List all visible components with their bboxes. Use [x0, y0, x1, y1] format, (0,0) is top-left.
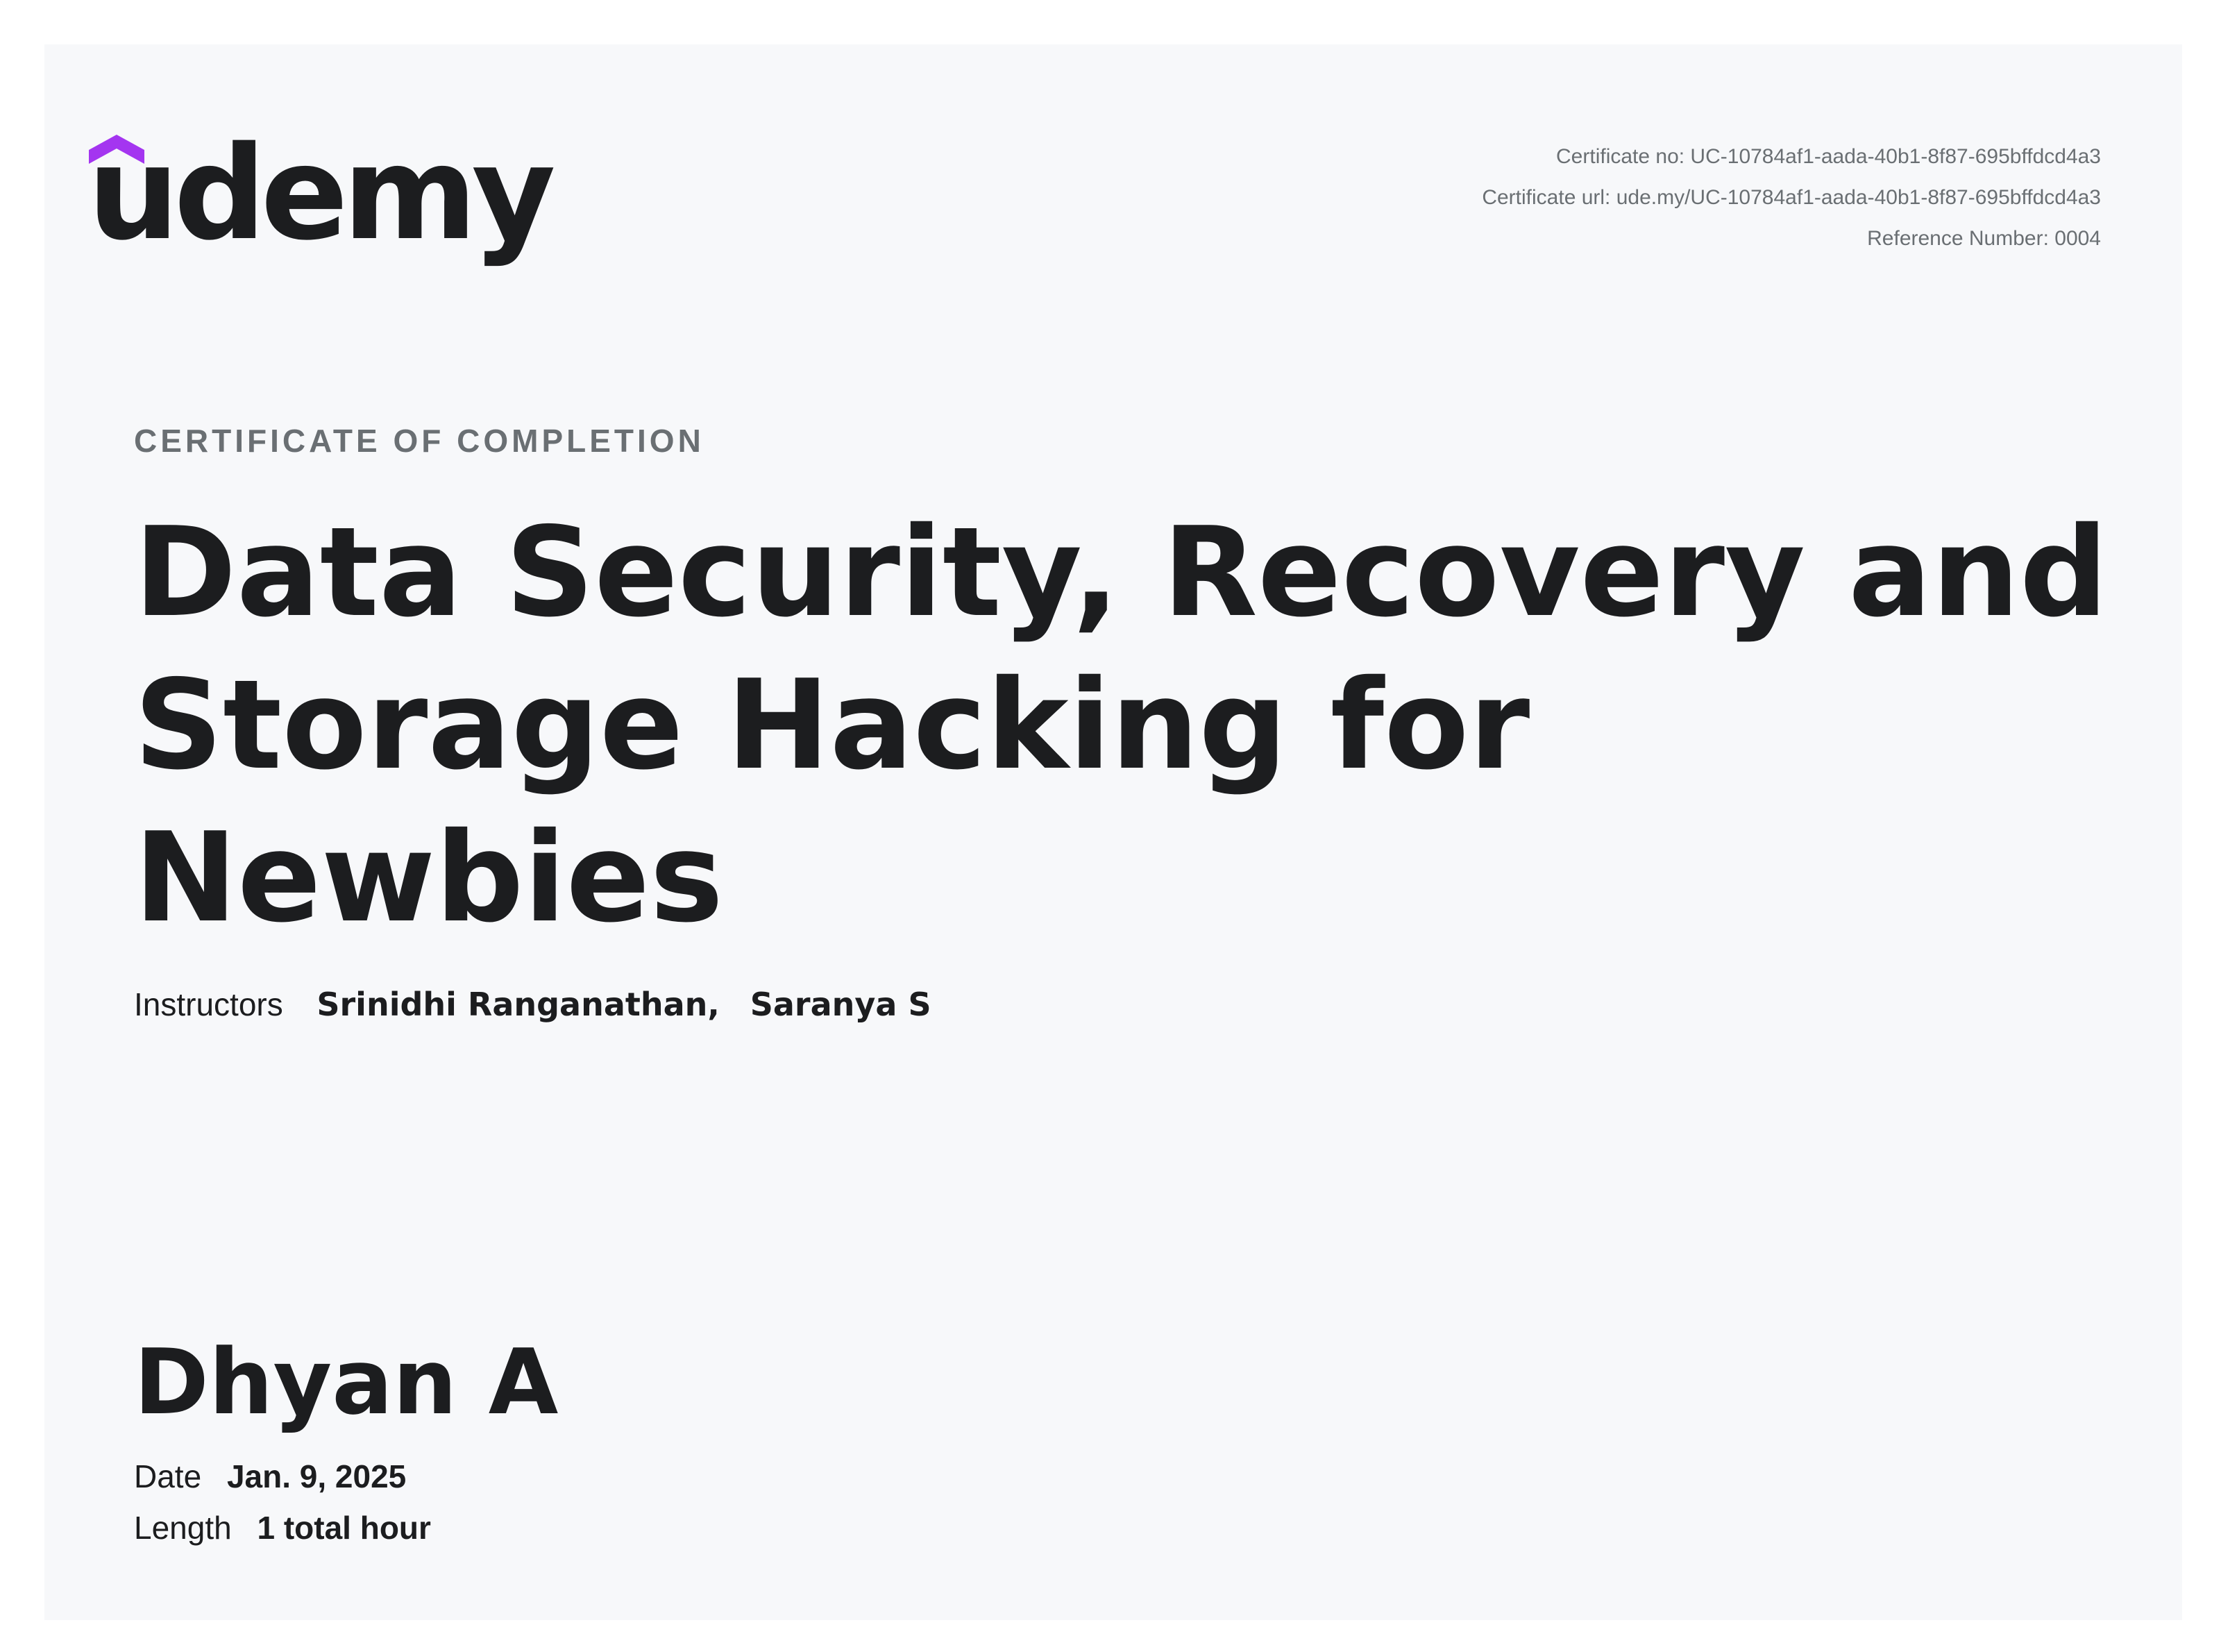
certificate-heading: CERTIFICATE OF COMPLETION [134, 423, 704, 459]
instructor-name: Srinidhi Ranganathan, [316, 986, 720, 1023]
certificate-url[interactable]: Certificate url: ude.my/UC-10784af1-aada… [1482, 177, 2101, 218]
instructors-label: Instructors [134, 986, 283, 1022]
course-title: Data Security, Recovery and Storage Hack… [134, 500, 2109, 950]
certificate-number: Certificate no: UC-10784af1-aada-40b1-8f… [1556, 145, 2101, 168]
reference-number: Reference Number: 0004 [1867, 227, 2101, 250]
recipient-name: Dhyan A [134, 1329, 559, 1435]
date-value: Jan. 9, 2025 [226, 1458, 407, 1494]
instructor-name: Saranya S [750, 986, 931, 1023]
length-label: Length [134, 1510, 232, 1546]
length-value: 1 total hour [257, 1510, 431, 1546]
course-length: Length 1 total hour [134, 1509, 431, 1546]
certificate-meta: Certificate no: UC-10784af1-aada-40b1-8f… [1482, 136, 2101, 259]
instructors-line: Instructors Srinidhi Ranganathan, Sarany… [134, 986, 931, 1023]
completion-date: Date Jan. 9, 2025 [134, 1458, 406, 1495]
udemy-logo: udemy [87, 118, 556, 269]
date-label: Date [134, 1458, 202, 1494]
